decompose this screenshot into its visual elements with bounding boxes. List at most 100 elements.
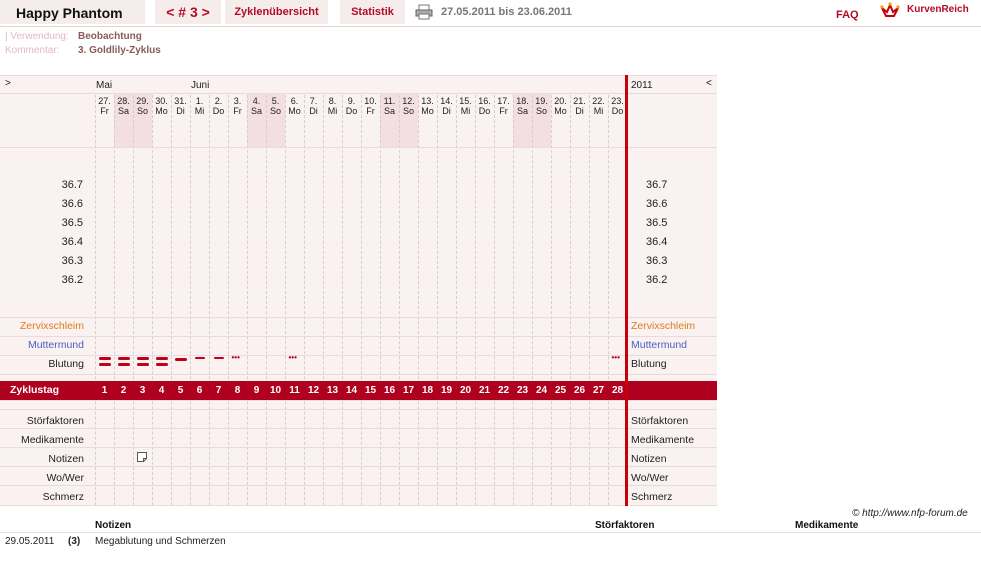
day-number: 11. [383, 96, 396, 106]
day-gridline [475, 95, 476, 505]
bleeding-mark-light [194, 357, 205, 359]
day-number: 9. [347, 96, 356, 106]
day-gridline [456, 95, 457, 505]
cycle-day-number: 13 [326, 385, 339, 396]
cycle-day-number: 5 [177, 385, 184, 396]
row-label-bleeding-right: Blutung [631, 358, 667, 370]
app-title: Happy Phantom [0, 0, 145, 24]
day-gridline [171, 95, 172, 505]
weekday-label: Di [575, 106, 584, 116]
temperature-label: 36.4 [61, 236, 83, 248]
temperature-label: 36.6 [646, 198, 668, 210]
day-gridline [247, 95, 248, 505]
usage-value: Beobachtung [78, 31, 142, 42]
day-gridline [380, 95, 381, 505]
cycle-day-number: 3 [139, 385, 146, 396]
weekday-label: Do [345, 106, 358, 116]
day-gridline [190, 95, 191, 505]
day-number: 19. [535, 96, 548, 106]
note-icon[interactable] [137, 452, 147, 462]
day-number: 22. [592, 96, 605, 106]
note-text: Megablutung und Schmerzen [95, 536, 226, 547]
bleeding-mark-heavy [136, 363, 149, 366]
cycle-day-number: 14 [345, 385, 358, 396]
top-bar: Happy Phantom < # 3 > Zyklenübersicht St… [0, 0, 981, 27]
nav-prev-arrow[interactable]: > [5, 78, 11, 89]
day-gridline [152, 95, 153, 505]
cycle-day-number: 21 [478, 385, 491, 396]
tab-cycle-overview[interactable]: Zyklenübersicht [225, 0, 328, 24]
col-header-disturbances: Störfaktoren [595, 520, 655, 531]
row-gridline [0, 447, 717, 448]
weekday-label: Mi [327, 106, 338, 116]
day-number: 18. [516, 96, 529, 106]
weekday-label: Sa [516, 106, 528, 116]
cycle-day-number: 18 [421, 385, 434, 396]
row-gridline [0, 93, 717, 94]
row-gridline [0, 336, 717, 337]
row-gridline [0, 355, 717, 356]
table-divider [0, 532, 981, 533]
cycle-day-number: 23 [516, 385, 529, 396]
row-label-cervix-right: Zervixschleim [631, 320, 696, 332]
day-gridline [133, 95, 134, 505]
note-date: 29.05.2011 [5, 536, 55, 547]
weekday-label: Mo [288, 106, 301, 116]
cycle-day-number: 2 [120, 385, 127, 396]
cycle-day-number: 11 [289, 385, 300, 396]
bleeding-mark-spotting: ••• [231, 353, 240, 362]
temperature-label: 36.7 [61, 179, 83, 191]
day-number: 5. [271, 96, 280, 106]
day-number: 8. [328, 96, 337, 106]
row-gridline [0, 409, 717, 410]
usage-label: | Verwendung: [5, 31, 69, 42]
printer-icon[interactable] [415, 4, 433, 20]
day-gridline [513, 95, 514, 505]
cycle-day-number: 12 [307, 385, 320, 396]
row-label-cycle-day: Zyklustag [10, 384, 60, 396]
day-gridline [494, 95, 495, 505]
bleeding-mark-spotting: ••• [288, 353, 297, 362]
day-gridline [228, 95, 229, 505]
cycle-day-number: 8 [234, 385, 241, 396]
temperature-label: 36.5 [61, 217, 83, 229]
day-gridline [418, 95, 419, 505]
weekday-label: Fr [366, 106, 375, 116]
day-gridline [114, 95, 115, 505]
weekday-label: Di [442, 106, 451, 116]
cycle-day-number: 7 [215, 385, 222, 396]
cycle-day-number: 22 [497, 385, 510, 396]
row-gridline [0, 317, 717, 318]
nav-next-arrow[interactable]: < [706, 78, 712, 89]
row-label-where-who: Wo/Wer [46, 472, 84, 484]
row-label-bleeding: Blutung [48, 358, 84, 370]
bleeding-mark-heavy [136, 357, 149, 360]
comment-label: Kommentar: [5, 45, 60, 56]
date-range: 27.05.2011 bis 23.06.2011 [441, 6, 572, 18]
bleeding-mark-heavy [117, 357, 130, 360]
bleeding-mark-medium [174, 358, 187, 361]
temperature-label: 36.7 [646, 179, 668, 191]
cycle-day-number: 26 [573, 385, 586, 396]
temperature-label: 36.2 [646, 274, 668, 286]
day-gridline [285, 95, 286, 505]
cycle-day-number: 24 [535, 385, 548, 396]
cycle-navigation[interactable]: < # 3 > [155, 0, 221, 24]
tab-statistics[interactable]: Statistik [340, 0, 405, 24]
weekday-label: Sa [117, 106, 129, 116]
bleeding-mark-heavy [155, 357, 168, 360]
weekday-label: Fr [100, 106, 109, 116]
row-label-pain-right: Schmerz [631, 491, 673, 503]
weekday-label: Mo [155, 106, 168, 116]
weekday-label: So [269, 106, 281, 116]
day-gridline [342, 95, 343, 505]
day-gridline [589, 95, 590, 505]
brand-logo[interactable]: KurvenReich [907, 4, 969, 15]
col-header-medication: Medikamente [795, 520, 859, 531]
faq-link[interactable]: FAQ [836, 9, 859, 21]
weekday-label: Mi [460, 106, 471, 116]
day-number: 21. [573, 96, 586, 106]
day-gridline [551, 95, 552, 505]
day-number: 3. [233, 96, 242, 106]
copyright-link[interactable]: © http://www.nfp-forum.de [852, 508, 968, 519]
